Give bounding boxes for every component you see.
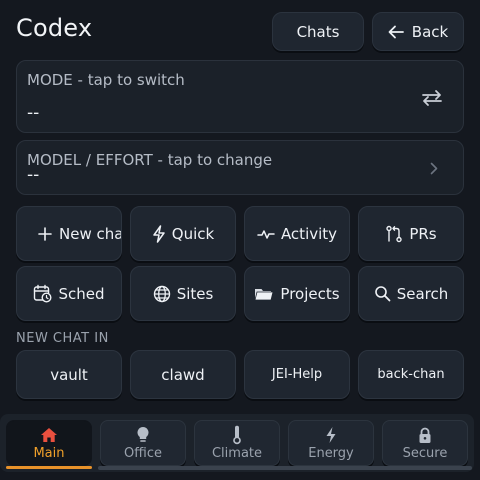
chats-button[interactable]: Chats xyxy=(272,12,364,51)
mode-card[interactable]: MODE - tap to switch -- xyxy=(16,60,464,133)
new-chat-clawd-label: clawd xyxy=(161,365,205,384)
new-chat-button[interactable]: New chat xyxy=(16,206,122,261)
projects-button[interactable]: Projects xyxy=(244,266,350,321)
lightning-icon xyxy=(153,224,165,243)
folder-icon xyxy=(254,288,274,300)
new-chat-in-heading: NEW CHAT IN xyxy=(16,331,109,346)
new-chat-vault-label: vault xyxy=(50,365,88,384)
nav-climate-label: Climate xyxy=(211,446,263,461)
new-chat-label: New chat xyxy=(59,224,121,243)
sched-button[interactable]: Sched xyxy=(16,266,122,321)
quick-button[interactable]: Quick xyxy=(130,206,236,261)
chats-button-label: Chats xyxy=(296,22,340,41)
nav-energy-label: Energy xyxy=(308,446,354,461)
activity-label: Activity xyxy=(280,224,338,243)
nav-office[interactable]: Office xyxy=(100,420,186,466)
home-icon xyxy=(41,428,57,442)
new-chat-back-chan-button[interactable]: back-chan xyxy=(358,350,464,399)
model-value: -- xyxy=(27,165,40,185)
sites-button[interactable]: Sites xyxy=(130,266,236,321)
nav-energy[interactable]: Energy xyxy=(288,420,374,466)
search-label: Search xyxy=(396,284,449,303)
thermometer-icon xyxy=(233,425,241,445)
new-chat-vault-button[interactable]: vault xyxy=(16,350,122,399)
new-chat-jei-help-label: JEI-Help xyxy=(271,367,323,382)
page-title: Codex xyxy=(16,14,93,42)
model-card[interactable]: MODEL / EFFORT - tap to change -- xyxy=(16,140,464,195)
nav-secure[interactable]: Secure xyxy=(382,420,468,466)
mode-value: -- xyxy=(27,103,40,123)
globe-icon xyxy=(153,285,170,302)
swap-arrows-icon xyxy=(422,90,442,106)
nav-main-label: Main xyxy=(33,446,65,461)
git-compare-icon xyxy=(386,225,403,242)
new-chat-back-chan-label: back-chan xyxy=(377,367,445,382)
new-chat-clawd-button[interactable]: clawd xyxy=(130,350,236,399)
back-button-label: Back xyxy=(411,22,449,41)
back-button[interactable]: Back xyxy=(372,12,464,51)
pulse-icon xyxy=(257,229,275,239)
sched-label: Sched xyxy=(58,284,105,303)
nav-secure-label: Secure xyxy=(402,446,448,461)
nav-climate[interactable]: Climate xyxy=(194,420,280,466)
prs-button[interactable]: PRs xyxy=(358,206,464,261)
projects-label: Projects xyxy=(280,284,340,303)
sites-label: Sites xyxy=(176,284,214,303)
nav-office-label: Office xyxy=(124,446,162,461)
search-icon xyxy=(374,286,391,302)
nav-scroll-track xyxy=(98,466,472,470)
lightning-icon xyxy=(326,427,336,443)
search-button[interactable]: Search xyxy=(358,266,464,321)
plus-icon xyxy=(38,226,52,241)
mode-label: MODE - tap to switch xyxy=(27,71,185,89)
new-chat-jei-help-button[interactable]: JEI-Help xyxy=(244,350,350,399)
active-tab-indicator xyxy=(6,466,92,469)
model-label: MODEL / EFFORT - tap to change xyxy=(27,151,273,169)
calendar-clock-icon xyxy=(34,284,52,303)
lock-icon xyxy=(419,427,431,443)
nav-main[interactable]: Main xyxy=(6,420,92,466)
lightbulb-icon xyxy=(137,426,149,442)
chevron-right-icon xyxy=(430,162,438,175)
quick-label: Quick xyxy=(171,224,215,243)
activity-button[interactable]: Activity xyxy=(244,206,350,261)
prs-label: PRs xyxy=(409,224,437,243)
arrow-left-icon xyxy=(388,25,404,38)
